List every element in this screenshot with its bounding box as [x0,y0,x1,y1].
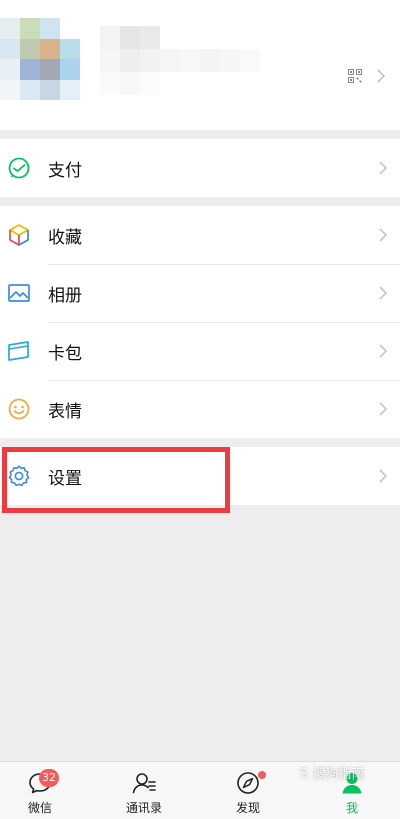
menu-item-label: 表情 [48,401,82,422]
chevron-right-icon [379,469,388,483]
menu-item-label: 设置 [48,468,82,489]
card-wallet-icon [8,341,29,361]
chevron-right-icon [379,228,388,242]
watermark: S 搜狗指南 [300,767,365,782]
tab-label: 发现 [235,801,260,815]
favorites-cube-icon [9,224,29,246]
tab-discover[interactable]: 发现 [198,762,298,819]
menu-item-label: 卡包 [48,343,82,364]
menu-item-label: 相册 [48,285,82,306]
qr-code-icon[interactable] [348,69,362,83]
gear-icon [8,465,30,487]
menu-group-settings: 设置 [0,447,400,505]
menu-item-cards[interactable]: 卡包 [0,322,400,380]
payment-icon [8,157,30,179]
tab-label: 微信 [27,801,52,815]
menu-item-label: 收藏 [48,227,82,248]
menu-item-stickers[interactable]: 表情 [0,380,400,438]
tab-label: 我 [345,801,358,815]
contacts-icon [132,773,156,794]
menu-item-payment[interactable]: 支付 [0,139,400,197]
chevron-right-icon [379,286,388,300]
menu-item-label: 支付 [48,160,82,181]
tab-chats[interactable]: 32 微信 [0,762,90,819]
tab-label: 通讯录 [125,801,162,815]
menu-group-pay: 支付 [0,139,400,197]
menu-group-main: 收藏 相册 卡包 表情 [0,206,400,438]
avatar[interactable] [0,18,80,100]
menu-item-favorites[interactable]: 收藏 [0,206,400,264]
menu-item-settings[interactable]: 设置 [0,447,400,505]
chevron-right-icon [379,161,388,175]
smiley-face-icon [8,398,30,420]
album-picture-icon [8,284,30,302]
chevron-right-icon [379,344,388,358]
chevron-right-icon [377,69,386,83]
user-info-blurred [100,26,260,96]
new-moment-dot [258,771,266,779]
menu-item-album[interactable]: 相册 [0,264,400,322]
unread-badge: 32 [39,769,59,787]
tab-contacts[interactable]: 通讯录 [94,762,194,819]
chevron-right-icon [379,402,388,416]
profile-header[interactable] [0,0,400,130]
